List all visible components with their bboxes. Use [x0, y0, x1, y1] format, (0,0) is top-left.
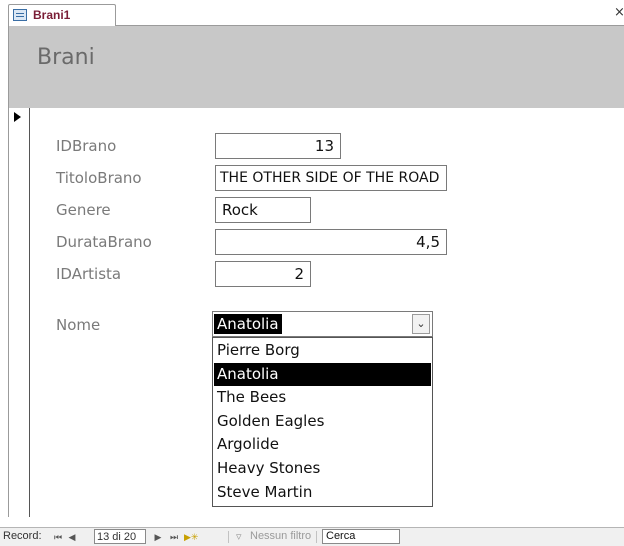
document-tab[interactable]: Brani1: [8, 4, 116, 26]
label-nome: Nome: [56, 316, 101, 334]
dropdown-option[interactable]: Steve Martin: [214, 481, 431, 504]
label-genere: Genere: [56, 201, 111, 219]
no-filter-button[interactable]: Nessun filtro: [250, 530, 311, 542]
close-icon[interactable]: ×: [614, 5, 624, 20]
filter-icon[interactable]: ▿: [236, 530, 242, 543]
chevron-down-icon[interactable]: ⌄: [412, 314, 430, 334]
document-tab-strip: Brani1 ×: [0, 0, 624, 26]
form-title: Brani: [37, 45, 95, 70]
dropdown-option[interactable]: Golden Eagles: [214, 410, 431, 433]
last-record-icon[interactable]: ⏭: [168, 530, 180, 544]
form-header: Brani: [9, 26, 624, 108]
previous-record-icon[interactable]: ◀: [66, 530, 78, 544]
separator: [316, 531, 317, 543]
nome-dropdown-list: Pierre Borg Anatolia The Bees Golden Eag…: [212, 337, 433, 507]
duratabrano-field[interactable]: 4,5: [215, 229, 447, 255]
combo-selected-value[interactable]: Anatolia: [214, 314, 282, 334]
current-record-icon: [14, 112, 21, 122]
titolobrano-field[interactable]: THE OTHER SIDE OF THE ROAD: [215, 165, 447, 191]
dropdown-option[interactable]: Pierre Borg: [214, 339, 431, 362]
separator: [228, 531, 229, 543]
dropdown-option[interactable]: Argolide: [214, 433, 431, 456]
genere-field[interactable]: Rock: [215, 197, 311, 223]
label-duratabrano: DurataBrano: [56, 233, 152, 251]
idartista-field[interactable]: 2: [215, 261, 311, 287]
search-input[interactable]: Cerca: [322, 529, 400, 544]
new-record-icon[interactable]: ▶✳: [184, 530, 198, 544]
dropdown-option-selected[interactable]: Anatolia: [214, 363, 431, 386]
current-record-input[interactable]: 13 di 20: [94, 529, 146, 544]
record-navigation-bar: Record: ⏮ ◀ 13 di 20 ▶ ⏭ ▶✳ ▿ Nessun fil…: [0, 527, 624, 546]
label-idbrano: IDBrano: [56, 137, 117, 155]
label-titolobrano: TitoloBrano: [56, 169, 142, 187]
record-label: Record:: [3, 530, 42, 542]
nome-combobox[interactable]: Anatolia ⌄: [212, 311, 433, 337]
form-icon: [13, 9, 27, 21]
dropdown-option[interactable]: Heavy Stones: [214, 457, 431, 480]
record-selector-bar[interactable]: [9, 108, 30, 517]
tab-label: Brani1: [33, 8, 71, 22]
label-idartista: IDArtista: [56, 265, 122, 283]
idbrano-field[interactable]: 13: [215, 133, 341, 159]
next-record-icon[interactable]: ▶: [152, 530, 164, 544]
dropdown-option[interactable]: The Bees: [214, 386, 431, 409]
first-record-icon[interactable]: ⏮: [52, 530, 64, 544]
